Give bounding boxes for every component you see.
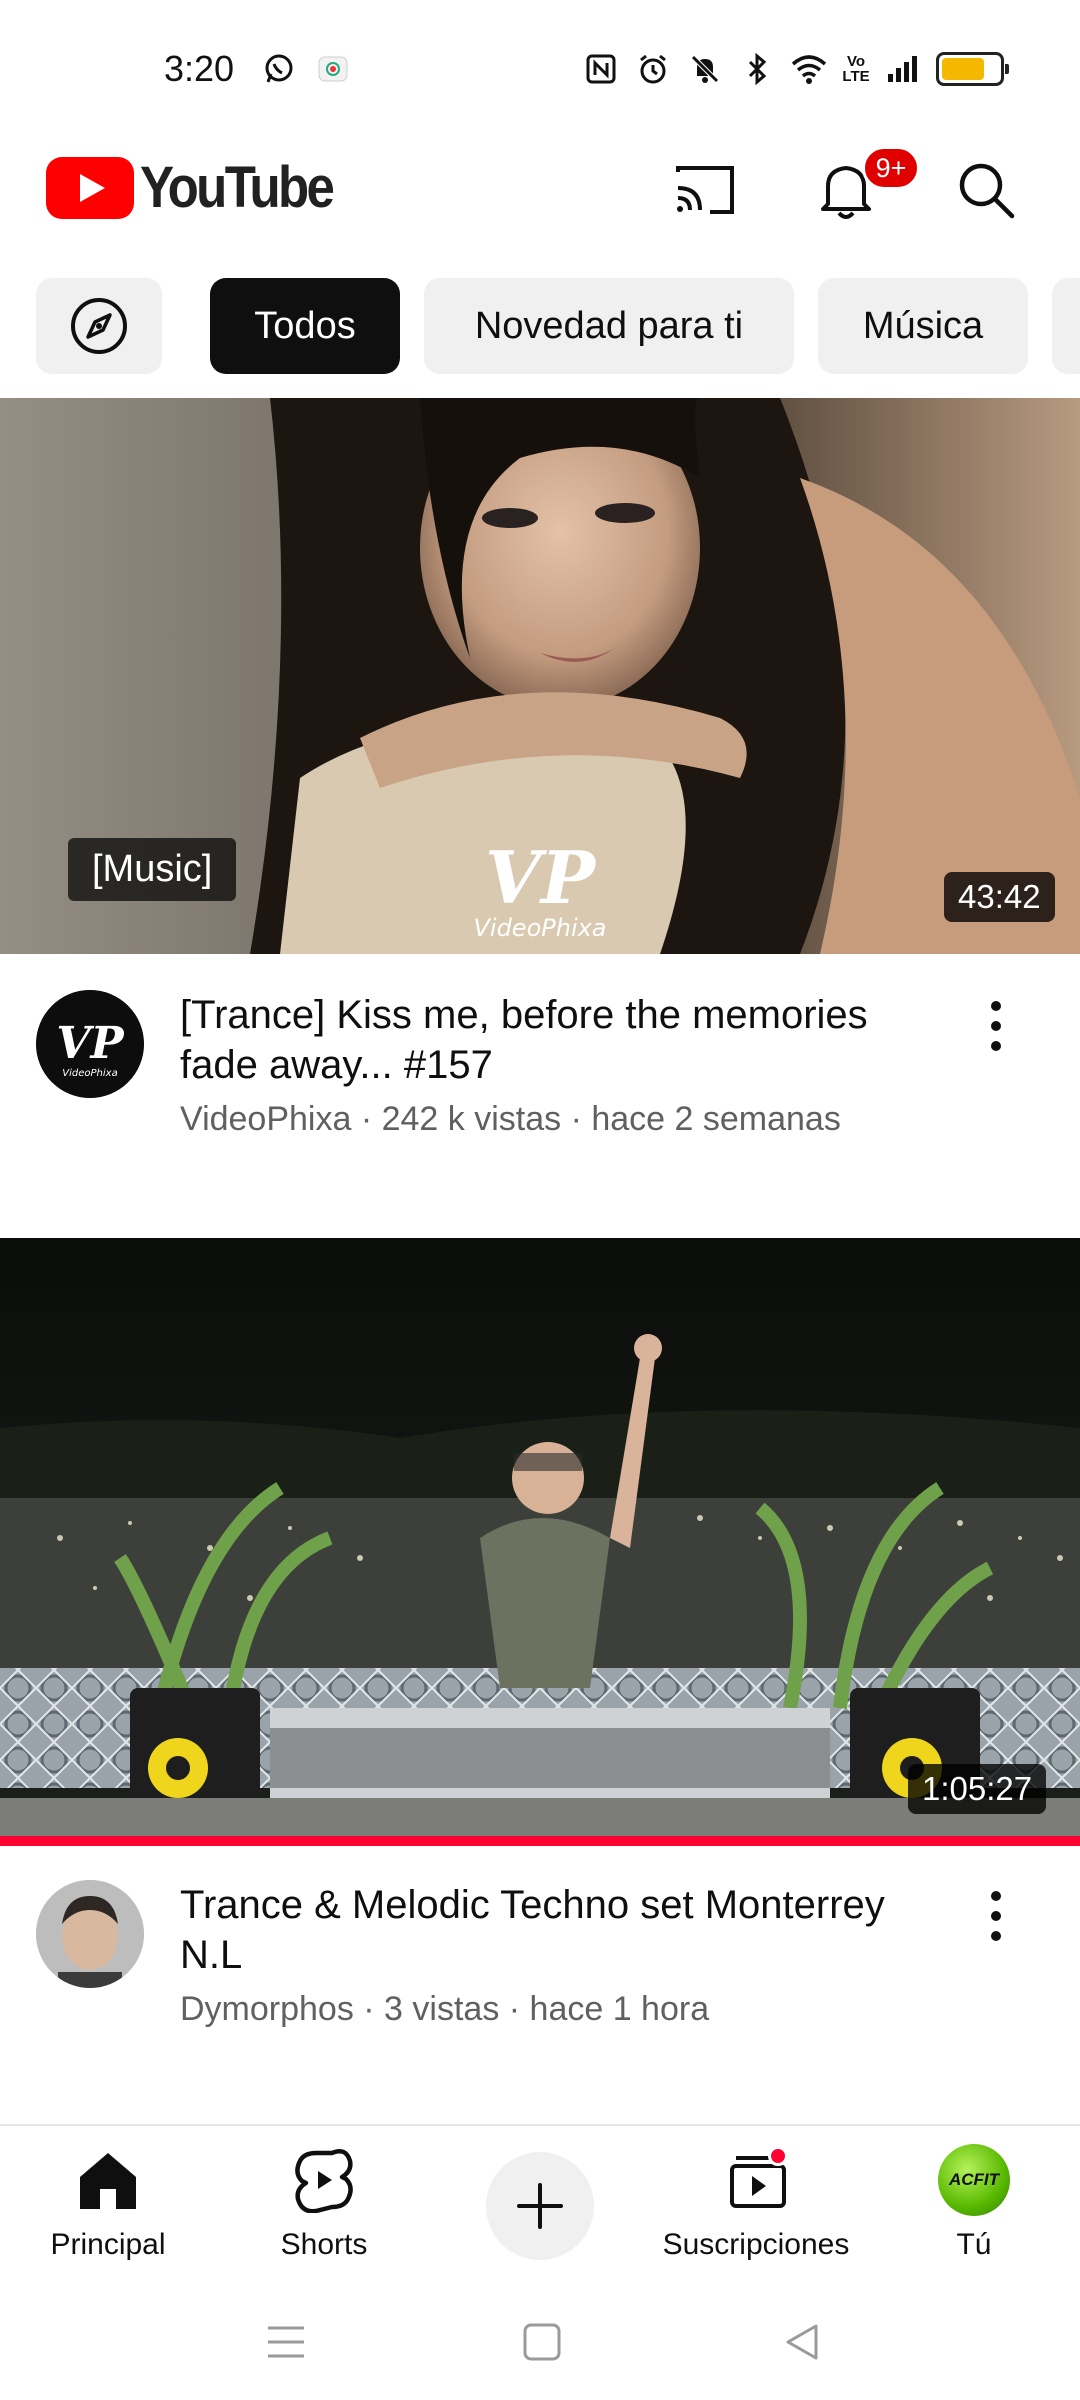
more-options-button-1[interactable] <box>966 986 1026 1066</box>
watch-progress-bar <box>0 1836 1080 1846</box>
user-avatar: ACFIT <box>934 2140 1014 2220</box>
svg-text:VideoPhixa: VideoPhixa <box>62 1068 117 1079</box>
more-vert-icon <box>991 1891 1001 1941</box>
recents-button[interactable] <box>246 2304 326 2380</box>
video-meta-1: VideoPhixa · 242 k vistas · hace 2 seman… <box>180 1100 841 1138</box>
video-duration-2: 1:05:27 <box>908 1764 1047 1814</box>
square-icon <box>523 2323 561 2361</box>
menu-icon <box>268 2326 304 2358</box>
chip-todos[interactable]: Todos <box>210 278 400 374</box>
alarm-icon <box>634 50 672 88</box>
video-duration-1: 43:42 <box>944 872 1055 922</box>
back-triangle-icon <box>786 2324 818 2360</box>
youtube-logo[interactable]: YouTube <box>46 154 358 221</box>
plus-icon <box>517 2183 563 2229</box>
channel-avatar-1[interactable]: VP VideoPhixa <box>36 990 144 1098</box>
svg-text:VP: VP <box>56 1018 125 1069</box>
status-bar: 3:20 Vo LTE <box>0 0 1080 140</box>
nav-subscriptions[interactable]: Suscripciones <box>646 2126 866 2286</box>
nav-you-label: Tú <box>956 2228 992 2261</box>
search-icon <box>959 163 1015 219</box>
search-button[interactable] <box>946 150 1026 230</box>
nav-shorts[interactable]: Shorts <box>246 2126 402 2286</box>
nav-home[interactable]: Principal <box>30 2126 186 2286</box>
shorts-icon <box>284 2140 364 2220</box>
system-navigation-bar <box>0 2284 1080 2400</box>
more-options-button-2[interactable] <box>966 1876 1026 1956</box>
cast-button[interactable] <box>666 150 746 230</box>
youtube-play-icon <box>46 156 134 219</box>
home-icon <box>68 2140 148 2220</box>
video-thumbnail-1[interactable]: VP VideoPhixa [Music] 43:42 <box>0 398 1080 954</box>
thumbnail-image-2 <box>0 1238 1080 1836</box>
home-system-button[interactable] <box>502 2304 582 2380</box>
chip-partial[interactable] <box>1052 278 1080 374</box>
subscriptions-icon <box>716 2140 796 2220</box>
video-tag-label: [Music] <box>68 838 237 901</box>
logo-text: YouTube <box>140 155 335 220</box>
status-time: 3:20 <box>164 48 235 89</box>
chip-novedad-para-ti[interactable]: Novedad para ti <box>424 278 794 374</box>
svg-text:VP: VP <box>485 835 597 920</box>
video-meta-2: Dymorphos · 3 vistas · hace 1 hora <box>180 1990 710 2028</box>
user-avatar-image: ACFIT <box>938 2144 1010 2216</box>
screen-record-icon <box>314 50 352 88</box>
notification-count-badge: 9+ <box>862 146 920 190</box>
bottom-navigation: Principal Shorts Suscripciones ACFIT Tú <box>0 2124 1080 2284</box>
nav-you[interactable]: ACFIT Tú <box>896 2126 1052 2286</box>
volte-icon: Vo LTE <box>842 53 870 85</box>
chip-explore[interactable] <box>36 278 162 374</box>
create-button[interactable] <box>486 2152 594 2260</box>
back-button[interactable] <box>762 2304 842 2380</box>
bluetooth-icon <box>738 50 776 88</box>
video-thumbnail-2[interactable]: 1:05:27 <box>0 1238 1080 1836</box>
chip-musica[interactable]: Música <box>818 278 1028 374</box>
videophixa-watermark: VP VideoPhixa <box>473 835 606 942</box>
nfc-icon <box>582 50 620 88</box>
mute-icon <box>686 50 724 88</box>
new-content-dot <box>768 2146 788 2166</box>
wifi-icon <box>790 50 828 88</box>
explore-icon <box>71 298 127 354</box>
cast-icon <box>676 166 734 214</box>
video-title-1[interactable]: [Trance] Kiss me, before the memories fa… <box>180 990 940 1090</box>
svg-text:VideoPhixa: VideoPhixa <box>473 914 606 942</box>
nav-shorts-label: Shorts <box>280 2228 368 2261</box>
nav-home-label: Principal <box>50 2228 166 2261</box>
nav-subscriptions-label: Suscripciones <box>662 2228 850 2261</box>
category-chips: Todos Novedad para ti Música <box>0 276 1080 376</box>
whatsapp-icon <box>260 50 298 88</box>
more-vert-icon <box>991 1001 1001 1051</box>
channel-avatar-2[interactable] <box>36 1880 144 1988</box>
signal-icon <box>884 50 922 88</box>
battery-icon <box>936 52 1009 86</box>
video-title-2[interactable]: Trance & Melodic Techno set Monterrey N.… <box>180 1880 940 1980</box>
